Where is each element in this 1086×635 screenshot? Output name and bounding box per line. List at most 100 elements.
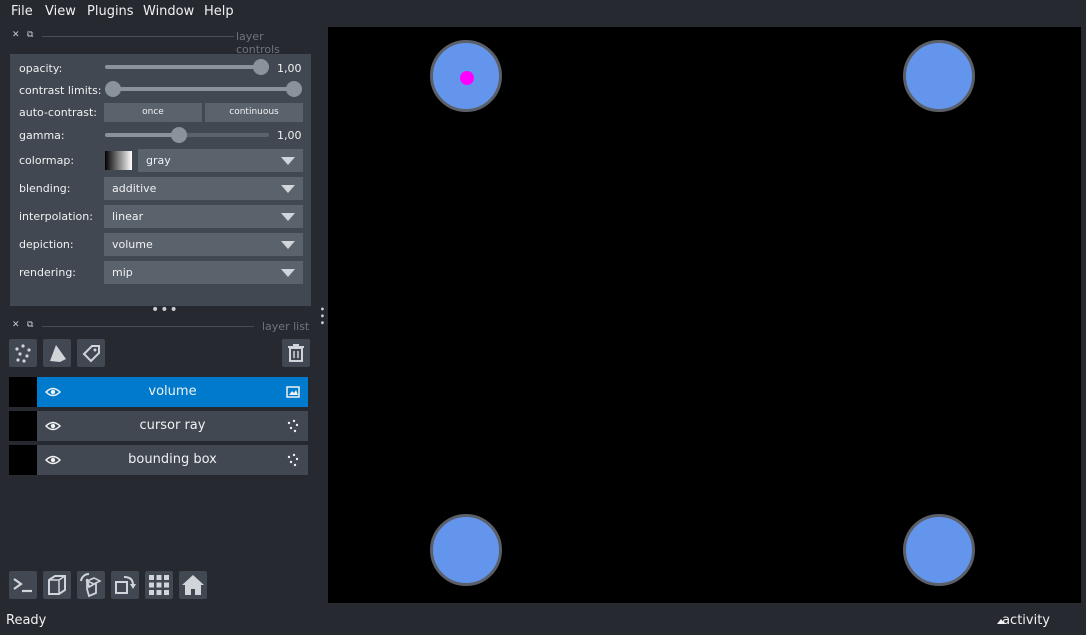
gamma-label: gamma: — [19, 129, 65, 142]
colormap-value: gray — [146, 154, 171, 167]
layer-item[interactable]: cursor ray — [37, 411, 308, 441]
interpolation-dropdown[interactable]: linear — [104, 205, 303, 228]
layer-row-volume[interactable]: volume — [9, 377, 308, 407]
status-text: Ready — [6, 613, 47, 628]
layer-thumbnail — [9, 411, 37, 441]
layer-list-title-bar: ✕ ⧉ layer list — [10, 320, 310, 334]
colormap-label: colormap: — [19, 154, 75, 167]
menu-window[interactable]: Window — [143, 4, 194, 19]
rendering-label: rendering: — [19, 266, 77, 279]
float-dock-icon[interactable]: ⧉ — [27, 320, 33, 330]
image-icon — [286, 386, 300, 398]
menu-plugins[interactable]: Plugins — [87, 4, 134, 19]
gamma-value: 1,00 — [277, 129, 302, 142]
chevron-down-icon — [281, 269, 295, 277]
layer-row-bounding-box[interactable]: bounding box — [9, 445, 308, 475]
layer-item[interactable]: bounding box — [37, 445, 308, 475]
grid-icon — [149, 575, 169, 595]
layer-controls-title: layer controls — [236, 30, 280, 56]
layer-thumbnail — [9, 445, 37, 475]
status-bar: Ready activity — [0, 608, 1086, 635]
layer-name: volume — [148, 384, 197, 399]
layer-name: cursor ray — [139, 418, 206, 433]
blending-label: blending: — [19, 182, 71, 195]
interpolation-value: linear — [112, 210, 144, 223]
contrast-min-handle[interactable] — [105, 81, 121, 97]
opacity-slider-handle[interactable] — [253, 59, 269, 75]
rendering-dropdown[interactable]: mip — [104, 261, 303, 284]
interpolation-label: interpolation: — [19, 210, 93, 223]
trash-icon — [288, 344, 304, 362]
transpose-dimensions-button[interactable] — [111, 571, 139, 599]
menu-bar: File View Plugins Window Help — [0, 0, 1086, 24]
bounding-box-point — [903, 514, 975, 586]
title-divider — [42, 36, 234, 37]
shapes-icon — [50, 345, 66, 362]
opacity-slider[interactable] — [105, 65, 269, 69]
home-icon — [182, 575, 204, 595]
points-icon — [287, 419, 299, 433]
colormap-swatch — [105, 151, 132, 170]
blending-value: additive — [112, 182, 157, 195]
gamma-slider[interactable] — [105, 133, 269, 137]
auto-contrast-label: auto-contrast: — [19, 106, 98, 119]
auto-contrast-continuous-button[interactable]: continuous — [205, 103, 303, 122]
console-button[interactable] — [9, 571, 37, 599]
new-shapes-layer-button[interactable] — [43, 339, 71, 367]
depiction-label: depiction: — [19, 238, 74, 251]
opacity-label: opacity: — [19, 62, 63, 75]
menu-help[interactable]: Help — [204, 4, 234, 19]
layer-name: bounding box — [128, 452, 217, 467]
opacity-value: 1,00 — [277, 62, 302, 75]
depiction-value: volume — [112, 238, 153, 251]
label-tag-icon — [82, 345, 100, 363]
delete-layer-button[interactable] — [282, 339, 310, 367]
close-dock-icon[interactable]: ✕ — [12, 320, 20, 330]
contrast-max-handle[interactable] — [286, 81, 302, 97]
dock-splitter-handle[interactable]: ••• — [151, 302, 179, 318]
layer-controls-title-bar: ✕ ⧉ layer controls — [10, 30, 310, 56]
contrast-limits-label: contrast limits: — [19, 84, 102, 97]
chevron-down-icon — [281, 241, 295, 249]
viewer-canvas[interactable] — [328, 27, 1081, 603]
opacity-slider-fill — [105, 65, 269, 69]
gamma-slider-handle[interactable] — [171, 127, 187, 143]
points-icon — [15, 344, 31, 363]
reset-view-button[interactable] — [179, 571, 207, 599]
contrast-limits-slider[interactable] — [113, 87, 293, 91]
colormap-dropdown[interactable]: gray — [138, 149, 303, 172]
cube-3d-icon — [48, 575, 66, 595]
panel-splitter-handle[interactable]: ••• — [316, 306, 327, 327]
terminal-icon — [13, 578, 32, 593]
roll-dimensions-button[interactable] — [77, 571, 105, 599]
grid-view-button[interactable] — [145, 571, 173, 599]
bounding-box-point — [430, 514, 502, 586]
title-divider — [42, 326, 254, 327]
layer-thumbnail — [9, 377, 37, 407]
bounding-box-point — [903, 40, 975, 112]
cursor-ray-point — [460, 71, 474, 85]
activity-button[interactable]: activity — [1002, 613, 1050, 628]
layer-list-title: layer list — [262, 320, 310, 333]
float-dock-icon[interactable]: ⧉ — [27, 30, 33, 40]
rotate-cube-icon — [80, 572, 102, 598]
toggle-ndisplay-button[interactable] — [43, 571, 71, 599]
chevron-down-icon — [281, 213, 295, 221]
layer-row-cursor-ray[interactable]: cursor ray — [9, 411, 308, 441]
blending-dropdown[interactable]: additive — [104, 177, 303, 200]
close-dock-icon[interactable]: ✕ — [12, 30, 20, 40]
gamma-slider-fill — [105, 133, 179, 137]
menu-view[interactable]: View — [45, 4, 76, 19]
rendering-value: mip — [112, 266, 133, 279]
new-points-layer-button[interactable] — [9, 339, 37, 367]
menu-file[interactable]: File — [11, 4, 33, 19]
chevron-down-icon — [281, 157, 295, 165]
auto-contrast-once-button[interactable]: once — [104, 103, 202, 122]
layer-item[interactable]: volume — [37, 377, 308, 407]
transpose-icon — [115, 576, 136, 594]
depiction-dropdown[interactable]: volume — [104, 233, 303, 256]
points-icon — [287, 453, 299, 467]
chevron-down-icon — [281, 185, 295, 193]
new-labels-layer-button[interactable] — [77, 339, 105, 367]
layer-controls-panel: opacity: 1,00 contrast limits: auto-cont… — [10, 54, 311, 306]
